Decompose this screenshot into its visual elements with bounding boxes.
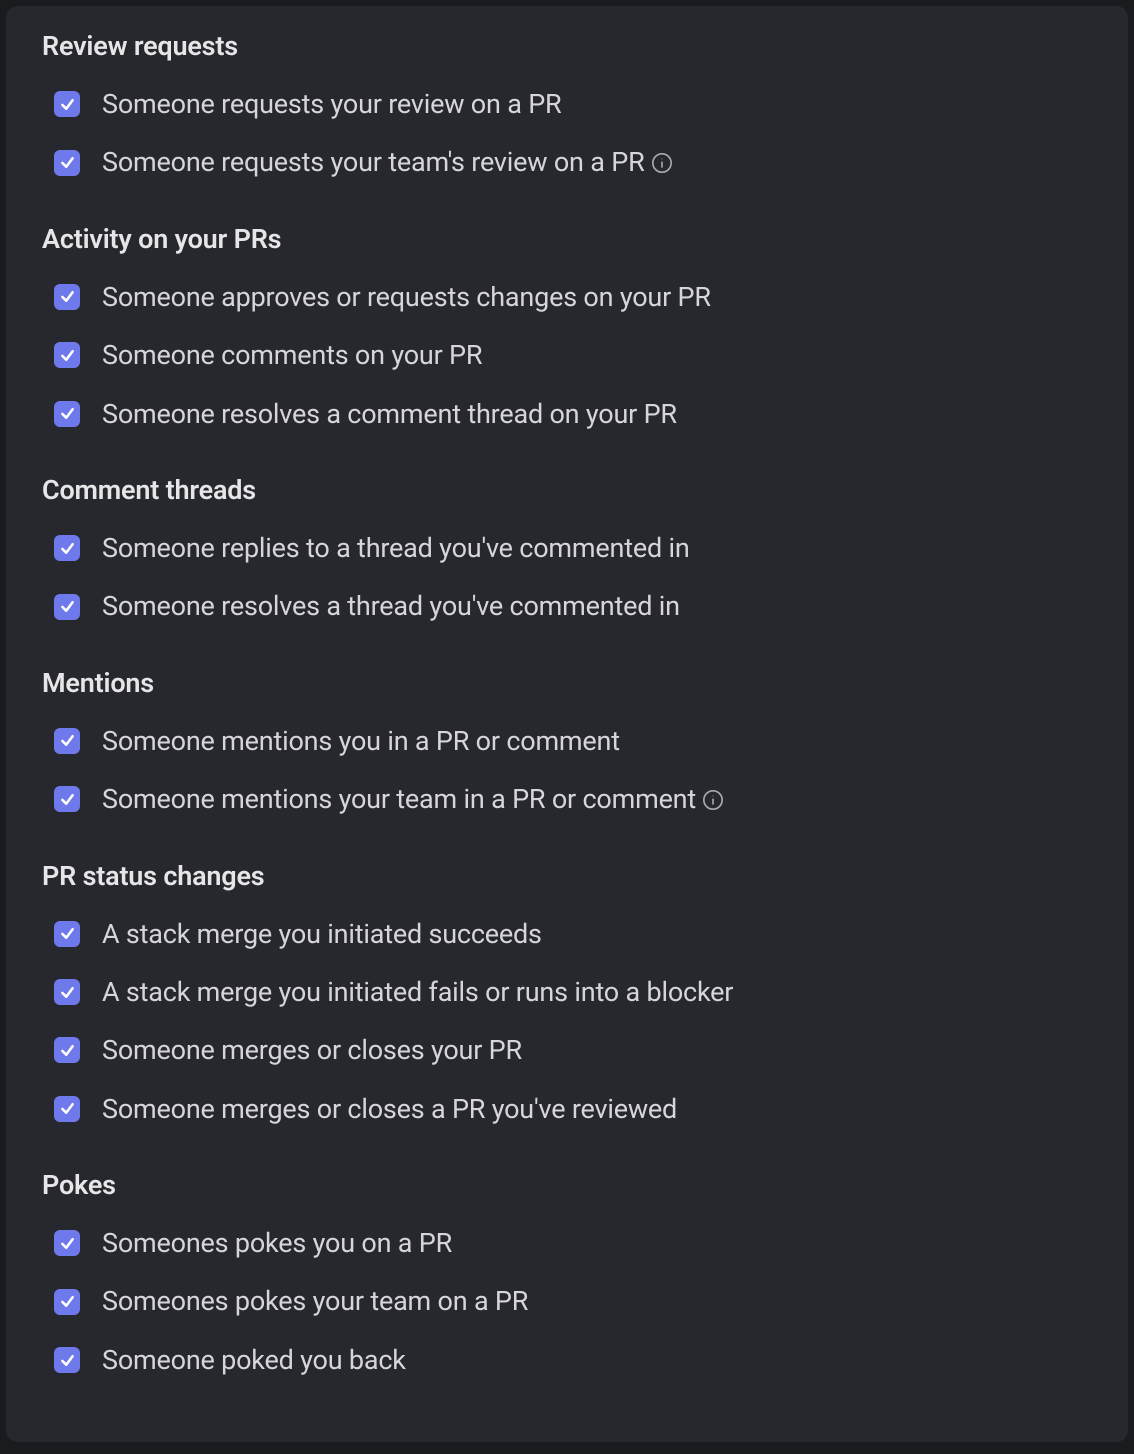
checkbox[interactable]	[54, 1096, 80, 1122]
option-label-text: Someone mentions you in a PR or comment	[102, 725, 620, 757]
option-row: A stack merge you initiated fails or run…	[42, 968, 1092, 1016]
option-label: A stack merge you initiated succeeds	[102, 918, 542, 950]
option-label: Someone approves or requests changes on …	[102, 281, 711, 313]
settings-section: Mentions Someone mentions you in a PR or …	[42, 667, 1092, 824]
checkbox[interactable]	[54, 91, 80, 117]
option-row: Someone resolves a thread you've comment…	[42, 582, 1092, 630]
settings-section: Activity on your PRs Someone approves or …	[42, 223, 1092, 438]
option-row: Someones pokes you on a PR	[42, 1219, 1092, 1267]
section-title: Pokes	[42, 1169, 1092, 1201]
checkbox[interactable]	[54, 150, 80, 176]
option-label-text: Someone approves or requests changes on …	[102, 281, 711, 313]
checkbox[interactable]	[54, 786, 80, 812]
settings-section: PR status changes A stack merge you initi…	[42, 860, 1092, 1134]
settings-section: Review requests Someone requests your rev…	[42, 30, 1092, 187]
option-label-text: Someone merges or closes a PR you've rev…	[102, 1093, 677, 1125]
option-label-text: A stack merge you initiated succeeds	[102, 918, 542, 950]
checkbox[interactable]	[54, 401, 80, 427]
option-label: Someone resolves a thread you've comment…	[102, 590, 680, 622]
option-label: A stack merge you initiated fails or run…	[102, 976, 733, 1008]
option-label-text: Someone resolves a comment thread on you…	[102, 398, 677, 430]
option-label: Someone merges or closes your PR	[102, 1034, 522, 1066]
option-row: Someone poked you back	[42, 1336, 1092, 1384]
section-title: Comment threads	[42, 474, 1092, 506]
checkbox[interactable]	[54, 728, 80, 754]
option-row: Someones pokes your team on a PR	[42, 1277, 1092, 1325]
checkbox[interactable]	[54, 342, 80, 368]
option-label: Someone requests your review on a PR	[102, 88, 561, 120]
info-icon[interactable]	[702, 789, 724, 811]
checkbox[interactable]	[54, 594, 80, 620]
option-row: Someone mentions your team in a PR or co…	[42, 775, 1092, 823]
checkbox[interactable]	[54, 1289, 80, 1315]
option-row: Someone approves or requests changes on …	[42, 273, 1092, 321]
option-label: Someones pokes you on a PR	[102, 1227, 452, 1259]
checkbox[interactable]	[54, 1347, 80, 1373]
section-title: Review requests	[42, 30, 1092, 62]
option-label-text: Someones pokes your team on a PR	[102, 1285, 528, 1317]
section-title: Activity on your PRs	[42, 223, 1092, 255]
settings-section: Comment threads Someone replies to a thre…	[42, 474, 1092, 631]
info-icon[interactable]	[651, 152, 673, 174]
checkbox[interactable]	[54, 1037, 80, 1063]
option-row: Someone resolves a comment thread on you…	[42, 390, 1092, 438]
option-label: Someone replies to a thread you've comme…	[102, 532, 690, 564]
option-label-text: Someone requests your team's review on a…	[102, 146, 645, 178]
section-title: Mentions	[42, 667, 1092, 699]
option-label: Someone requests your team's review on a…	[102, 146, 673, 178]
option-label-text: A stack merge you initiated fails or run…	[102, 976, 733, 1008]
option-label-text: Someone merges or closes your PR	[102, 1034, 522, 1066]
option-row: Someone requests your team's review on a…	[42, 138, 1092, 186]
option-row: Someone mentions you in a PR or comment	[42, 717, 1092, 765]
option-label-text: Someones pokes you on a PR	[102, 1227, 452, 1259]
option-label: Someone mentions you in a PR or comment	[102, 725, 620, 757]
option-label-text: Someone mentions your team in a PR or co…	[102, 783, 696, 815]
checkbox[interactable]	[54, 1230, 80, 1256]
option-label: Someone poked you back	[102, 1344, 406, 1376]
option-label-text: Someone comments on your PR	[102, 339, 482, 371]
option-row: Someone comments on your PR	[42, 331, 1092, 379]
section-title: PR status changes	[42, 860, 1092, 892]
notification-settings-panel: Review requests Someone requests your rev…	[6, 6, 1128, 1442]
option-label: Someone resolves a comment thread on you…	[102, 398, 677, 430]
checkbox[interactable]	[54, 979, 80, 1005]
option-label: Someone comments on your PR	[102, 339, 482, 371]
option-label: Someones pokes your team on a PR	[102, 1285, 528, 1317]
option-row: Someone requests your review on a PR	[42, 80, 1092, 128]
checkbox[interactable]	[54, 921, 80, 947]
option-label: Someone merges or closes a PR you've rev…	[102, 1093, 677, 1125]
option-row: Someone merges or closes your PR	[42, 1026, 1092, 1074]
option-row: Someone merges or closes a PR you've rev…	[42, 1085, 1092, 1133]
option-label-text: Someone replies to a thread you've comme…	[102, 532, 690, 564]
checkbox[interactable]	[54, 535, 80, 561]
option-label-text: Someone resolves a thread you've comment…	[102, 590, 680, 622]
option-label-text: Someone poked you back	[102, 1344, 406, 1376]
option-label: Someone mentions your team in a PR or co…	[102, 783, 724, 815]
option-row: Someone replies to a thread you've comme…	[42, 524, 1092, 572]
option-row: A stack merge you initiated succeeds	[42, 910, 1092, 958]
checkbox[interactable]	[54, 284, 80, 310]
option-label-text: Someone requests your review on a PR	[102, 88, 561, 120]
settings-section: Pokes Someones pokes you on a PR Someones …	[42, 1169, 1092, 1384]
